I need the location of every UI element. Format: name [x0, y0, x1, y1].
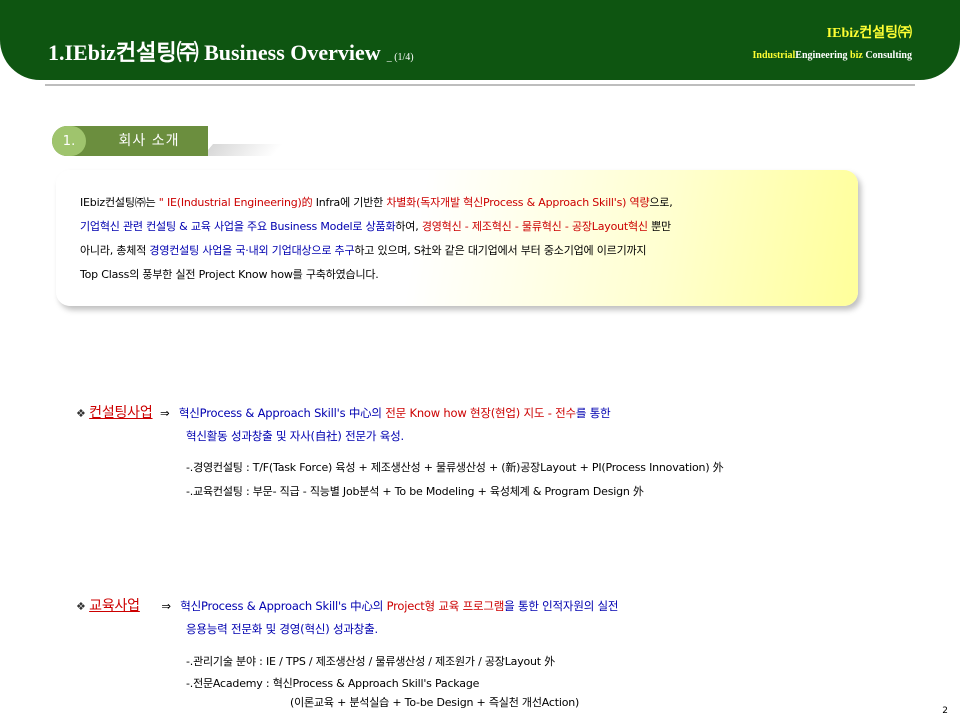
consulting-desc-line2: 혁신활동 성과창출 및 자사(自社) 전문가 육성.: [186, 429, 404, 443]
consulting-item-header: ❖ 컨설팅사업 ⇒ 혁신Process & Approach Skill's 中…: [76, 402, 611, 422]
page-title-sub: _ (1/4): [386, 52, 414, 63]
consulting-detail: -.교육컨설팅 : 부문- 직급 - 직능별 Job분석 + To be Mod…: [186, 485, 644, 498]
arrow-icon: ⇒: [161, 599, 171, 613]
text-run: 를 통한: [575, 406, 611, 420]
tagline-word: Consulting: [862, 50, 912, 61]
text-run: 혁신Process & Approach Skill's 中心의: [178, 406, 386, 420]
text-run: 전문 Know how 현장(현업) 지도 - 전수: [385, 406, 576, 420]
text-run: 혁신Process & Approach Skill's 中心의: [180, 599, 387, 613]
text-run: 경영혁신 - 제조혁신 - 물류혁신 - 공장Layout혁신: [421, 220, 648, 233]
text-run: 뿐만: [647, 220, 671, 233]
tagline-word: biz: [847, 50, 863, 61]
text-run: 하고 있으며, S社와 같은 대기업에서 부터 중소기업에 이르기까지: [354, 244, 647, 257]
text-run: Top Class의 풍부한 실전 Project Know how를 구축하였…: [80, 268, 379, 281]
brand-tagline: IndustrialEngineering biz Consulting: [753, 50, 913, 61]
page-number: 2: [942, 706, 948, 716]
education-detail: -.전문Academy : 혁신Process & Approach Skill…: [186, 677, 480, 690]
text-run: 을 통한 인적자원의 실전: [504, 599, 619, 613]
header-divider: [45, 84, 915, 86]
text-run: 으로,: [649, 196, 673, 209]
page-title-main: 1.IEbiz컨설팅㈜ Business Overview: [48, 40, 381, 65]
consulting-detail: -.경영컨설팅 : T/F(Task Force) 육성 + 제조생산성 + 물…: [186, 461, 724, 474]
tagline-word: Engineering: [795, 50, 848, 61]
diamond-bullet-icon: ❖: [76, 407, 86, 420]
page-title: 1.IEbiz컨설팅㈜ Business Overview _ (1/4): [48, 35, 414, 67]
text-run: 경영컨설팅 사업을 국·내외 기업대상으로 추구: [149, 244, 355, 257]
education-desc-line1: 혁신Process & Approach Skill's 中心의 Project…: [180, 599, 618, 613]
badge-shadow: [202, 144, 284, 156]
intro-box: IEbiz컨설팅㈜는 " IE(Industrial Engineering)的…: [56, 170, 858, 306]
education-detail: -.관리기술 분야 : IE / TPS / 제조생산성 / 물류생산성 / 제…: [186, 655, 556, 668]
intro-line: 아니라, 총체적 경영컨설팅 사업을 국·내외 기업대상으로 추구하고 있으며,…: [80, 242, 647, 258]
text-run: 차별화(독자개발 혁신Process & Approach Skill's) 역…: [386, 196, 650, 209]
education-item-header: ❖ 교육사업 ⇒ 혁신Process & Approach Skill's 中心…: [76, 595, 618, 615]
text-run: 아니라, 총체적: [80, 244, 150, 257]
section-label: 회사 소개: [118, 133, 180, 149]
text-run: " IE(Industrial Engineering)的: [158, 196, 313, 209]
consulting-desc-line1: 혁신Process & Approach Skill's 中心의 전문 Know…: [179, 406, 611, 420]
text-run: Project형 교육 프로그램: [386, 599, 505, 613]
brand-name: IEbiz컨설팅㈜: [826, 26, 912, 41]
text-run: IEbiz컨설팅㈜는: [80, 196, 159, 209]
text-run: 기업혁신 관련 컨설팅 & 교육 사업을 주요 Business Model로 …: [80, 220, 396, 233]
intro-line: Top Class의 풍부한 실전 Project Know how를 구축하였…: [80, 266, 379, 282]
section-badge: 1. 회사 소개: [52, 126, 284, 158]
diamond-bullet-icon: ❖: [76, 600, 86, 613]
section-number: 1.: [52, 126, 86, 156]
intro-line: 기업혁신 관련 컨설팅 & 교육 사업을 주요 Business Model로 …: [80, 218, 671, 234]
intro-line: IEbiz컨설팅㈜는 " IE(Industrial Engineering)的…: [80, 194, 673, 210]
text-run: 하여,: [395, 220, 422, 233]
header-bar: 1.IEbiz컨설팅㈜ Business Overview _ (1/4) IEb…: [0, 0, 960, 80]
education-title: 교육사업: [89, 598, 140, 614]
education-detail: (이론교육 + 분석실습 + To-be Design + 즉실천 개선Acti…: [290, 696, 580, 709]
consulting-title: 컨설팅사업: [89, 405, 153, 421]
education-desc-line2: 응용능력 전문화 및 경영(혁신) 성과창출.: [186, 622, 378, 636]
text-run: Infra에 기반한: [312, 196, 387, 209]
arrow-icon: ⇒: [160, 406, 170, 420]
tagline-word: Industrial: [752, 50, 796, 61]
